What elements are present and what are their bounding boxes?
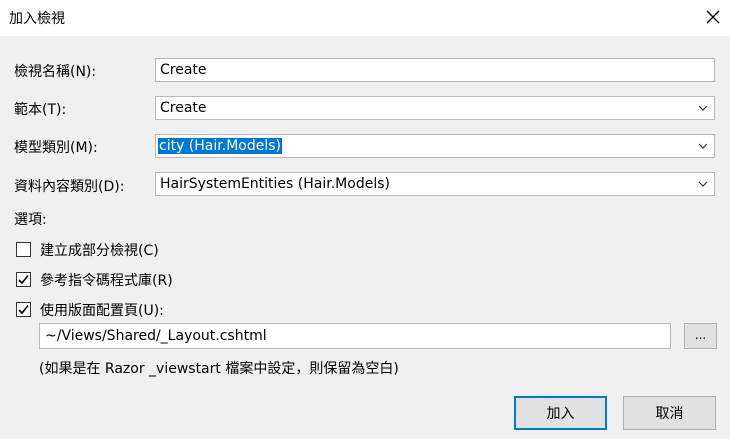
view-name-input[interactable]: Create: [155, 58, 715, 82]
data-context-value: HairSystemEntities (Hair.Models): [160, 176, 390, 192]
chevron-down-icon: [698, 143, 708, 149]
reference-scripts-checkbox[interactable]: [16, 272, 31, 287]
checkmark-icon: [18, 305, 29, 315]
cancel-button[interactable]: 取消: [623, 396, 716, 430]
layout-path-value: ~/Views/Shared/_Layout.cshtml: [45, 328, 267, 344]
view-name-label: 檢視名稱(N):: [14, 64, 97, 80]
model-class-dropdown[interactable]: city (Hair.Models): [155, 134, 715, 158]
partial-view-checkbox[interactable]: [16, 242, 31, 257]
template-label: 範本(T):: [14, 102, 67, 118]
window-title: 加入檢視: [9, 11, 65, 27]
model-class-value: city (Hair.Models): [158, 138, 282, 154]
browse-button[interactable]: ...: [684, 323, 717, 349]
title-bar: 加入檢視: [0, 0, 730, 36]
checkmark-icon: [18, 275, 29, 285]
template-value: Create: [160, 100, 207, 116]
close-button[interactable]: [696, 0, 730, 34]
chevron-down-icon: [698, 105, 708, 111]
chevron-down-icon: [698, 181, 708, 187]
use-layout-label[interactable]: 使用版面配置頁(U):: [40, 300, 164, 320]
use-layout-checkbox[interactable]: [16, 302, 31, 317]
view-name-value: Create: [160, 62, 207, 78]
reference-scripts-label[interactable]: 參考指令碼程式庫(R): [40, 270, 173, 290]
layout-path-input[interactable]: ~/Views/Shared/_Layout.cshtml: [39, 323, 671, 349]
add-button[interactable]: 加入: [514, 396, 607, 430]
data-context-dropdown[interactable]: HairSystemEntities (Hair.Models): [155, 172, 715, 196]
layout-hint: (如果是在 Razor _viewstart 檔案中設定，則保留為空白): [39, 361, 399, 377]
partial-view-label[interactable]: 建立成部分檢視(C): [40, 240, 159, 260]
data-context-label: 資料內容類別(D):: [14, 179, 125, 195]
model-class-label: 模型類別(M):: [14, 140, 98, 156]
template-dropdown[interactable]: Create: [155, 96, 715, 120]
options-heading: 選項:: [14, 212, 47, 228]
close-icon: [706, 10, 720, 24]
